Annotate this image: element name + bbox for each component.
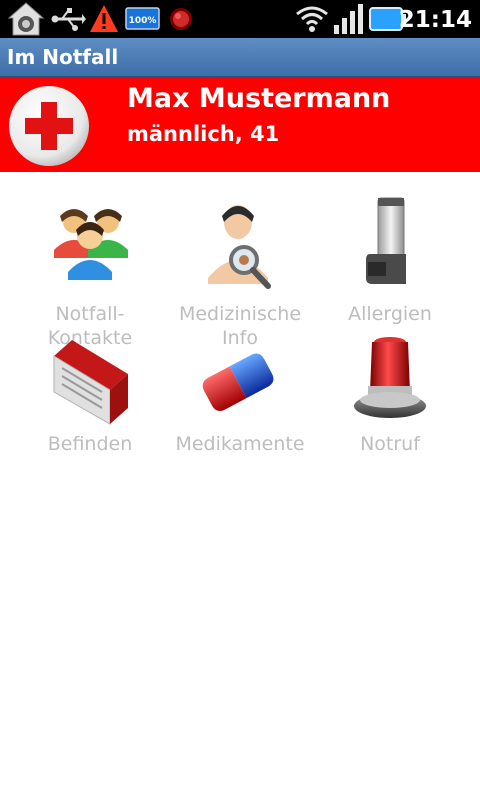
tile-befinden[interactable]: Befinden [15,334,165,484]
person-name: Max Mustermann [127,83,391,114]
contacts-icon [54,209,128,280]
record-icon [170,8,192,30]
tile-allergien[interactable]: Allergien [315,184,465,334]
tile-notfall-kontakte[interactable]: Notfall- Kontakte [15,184,165,349]
svg-text:100%: 100% [129,16,157,26]
pill-icon [202,353,274,412]
warning-icon [90,5,118,32]
usb-icon [51,8,86,31]
tile-medizinische-info[interactable]: Medizinische Info [165,184,315,349]
app-title: Im Notfall [7,45,119,69]
book-icon [53,340,128,425]
wifi-icon [296,6,328,32]
signal-icon [334,4,363,34]
tile-label: Allergien [348,303,432,325]
title-bar: Im Notfall [0,38,480,77]
siren-icon [354,337,426,418]
doctor-icon [208,205,271,289]
inhaler-icon [366,197,406,284]
home-icon [7,2,45,36]
clock: 21:14 [398,7,472,33]
battery-badge-icon: 100% [125,7,160,30]
tile-medikamente[interactable]: Medikamente [165,334,315,484]
tile-notruf[interactable]: Notruf [315,334,465,484]
person-info: männlich, 41 [127,122,280,146]
red-cross-icon [9,86,89,166]
tile-label: Medikamente [175,433,305,455]
status-bar: 100% 21:14 [0,0,480,38]
tile-label: Befinden [47,433,133,455]
profile-header: Max Mustermann männlich, 41 [0,77,480,172]
tile-label: Notruf [360,433,420,455]
menu-grid: Notfall- Kontakte Medizinische Info Alle… [0,172,480,472]
